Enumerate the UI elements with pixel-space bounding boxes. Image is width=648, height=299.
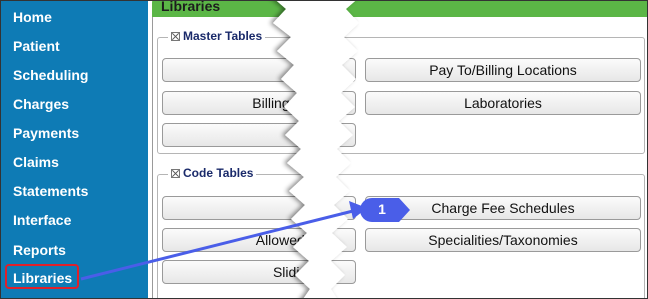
app-window: Home Patient Scheduling Charges Payments… [0, 0, 648, 299]
callout-arrow [80, 201, 367, 281]
step-number: 1 [378, 201, 386, 217]
